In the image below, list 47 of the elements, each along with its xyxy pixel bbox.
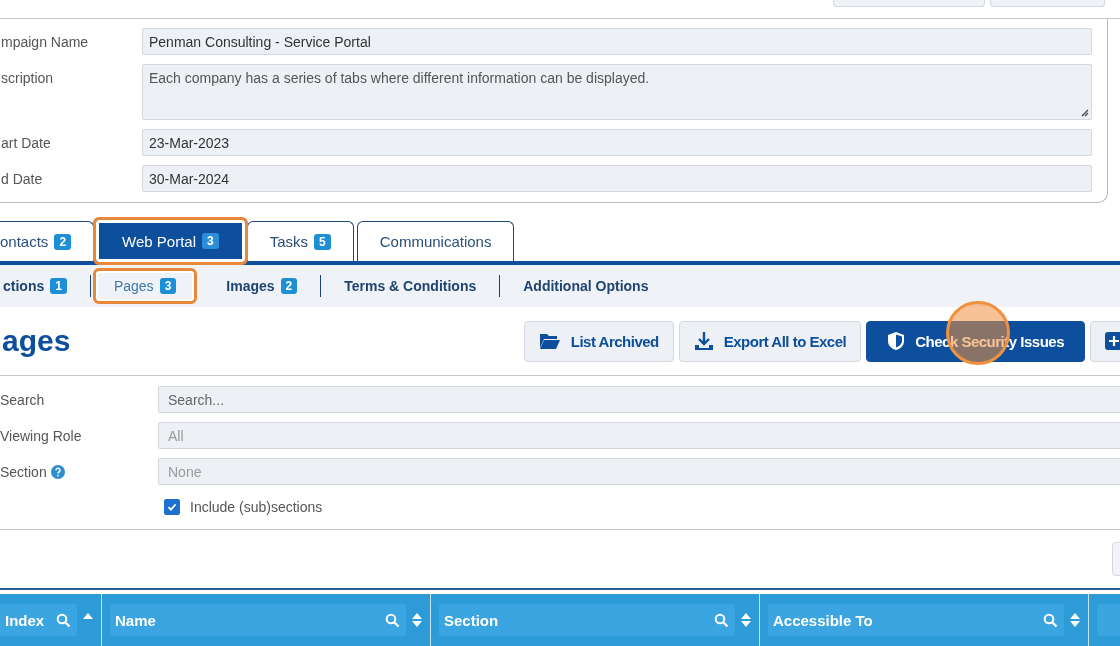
checkbox-label: Include (sub)sections <box>190 499 323 515</box>
tab[interactable]: Web Portal 3 <box>93 217 248 265</box>
search-icon <box>714 612 729 628</box>
filter-field[interactable]: All <box>158 422 1120 449</box>
download-icon <box>693 331 714 351</box>
sort-icon[interactable] <box>1070 613 1080 627</box>
text-field[interactable]: 23-Mar-2023 <box>142 129 1092 156</box>
filter-field[interactable]: Search... <box>158 386 1120 413</box>
checkmark-icon <box>167 502 177 512</box>
tab[interactable]: Tasks 5 <box>246 221 354 261</box>
folder-icon <box>538 332 561 350</box>
text-field[interactable]: Penman Consulting - Service Portal <box>142 28 1092 55</box>
shield-icon <box>887 331 906 351</box>
count-badge: 2 <box>280 278 298 294</box>
count-badge: 5 <box>314 233 331 250</box>
sort-icon[interactable] <box>741 613 751 627</box>
page-heading: ages <box>2 324 71 358</box>
filter-label: Search <box>0 391 45 408</box>
count-badge: 2 <box>54 233 72 250</box>
tab[interactable]: ontacts 2 <box>0 221 95 261</box>
sort-icon[interactable] <box>412 613 422 627</box>
filter-field[interactable]: None <box>158 458 1120 485</box>
count-badge: 3 <box>202 233 219 249</box>
field-label: art Date <box>1 134 52 151</box>
action-button[interactable]: Export All to Excel <box>678 320 862 362</box>
subtab[interactable]: Images 2 <box>205 268 319 304</box>
text-field[interactable]: 30-Mar-2024 <box>142 165 1092 192</box>
resize-grip-icon <box>1080 108 1089 117</box>
checkbox[interactable] <box>164 499 180 515</box>
action-button[interactable]: List Archived <box>523 320 674 362</box>
subtab[interactable]: Terms & Conditions <box>323 268 498 304</box>
count-badge: 1 <box>50 278 67 294</box>
search-icon <box>385 612 400 628</box>
filter-label: Section <box>0 463 47 480</box>
field-label: mpaign Name <box>1 33 90 50</box>
subtab[interactable]: Pages 3 <box>92 268 198 304</box>
filter-label: Viewing Role <box>0 427 82 444</box>
field-label: scription <box>1 69 55 86</box>
description-field[interactable]: Each company has a series of tabs where different information can be displayed. <box>142 64 1092 120</box>
tab[interactable]: Communications <box>356 221 515 261</box>
count-badge: 3 <box>159 278 177 294</box>
search-icon <box>56 612 71 628</box>
search-icon <box>1043 612 1058 628</box>
subtab[interactable]: ctions 1 <box>0 268 88 304</box>
plus-icon <box>1105 332 1120 350</box>
field-label: d Date <box>1 170 44 187</box>
subtab[interactable]: Additional Options <box>502 268 670 304</box>
